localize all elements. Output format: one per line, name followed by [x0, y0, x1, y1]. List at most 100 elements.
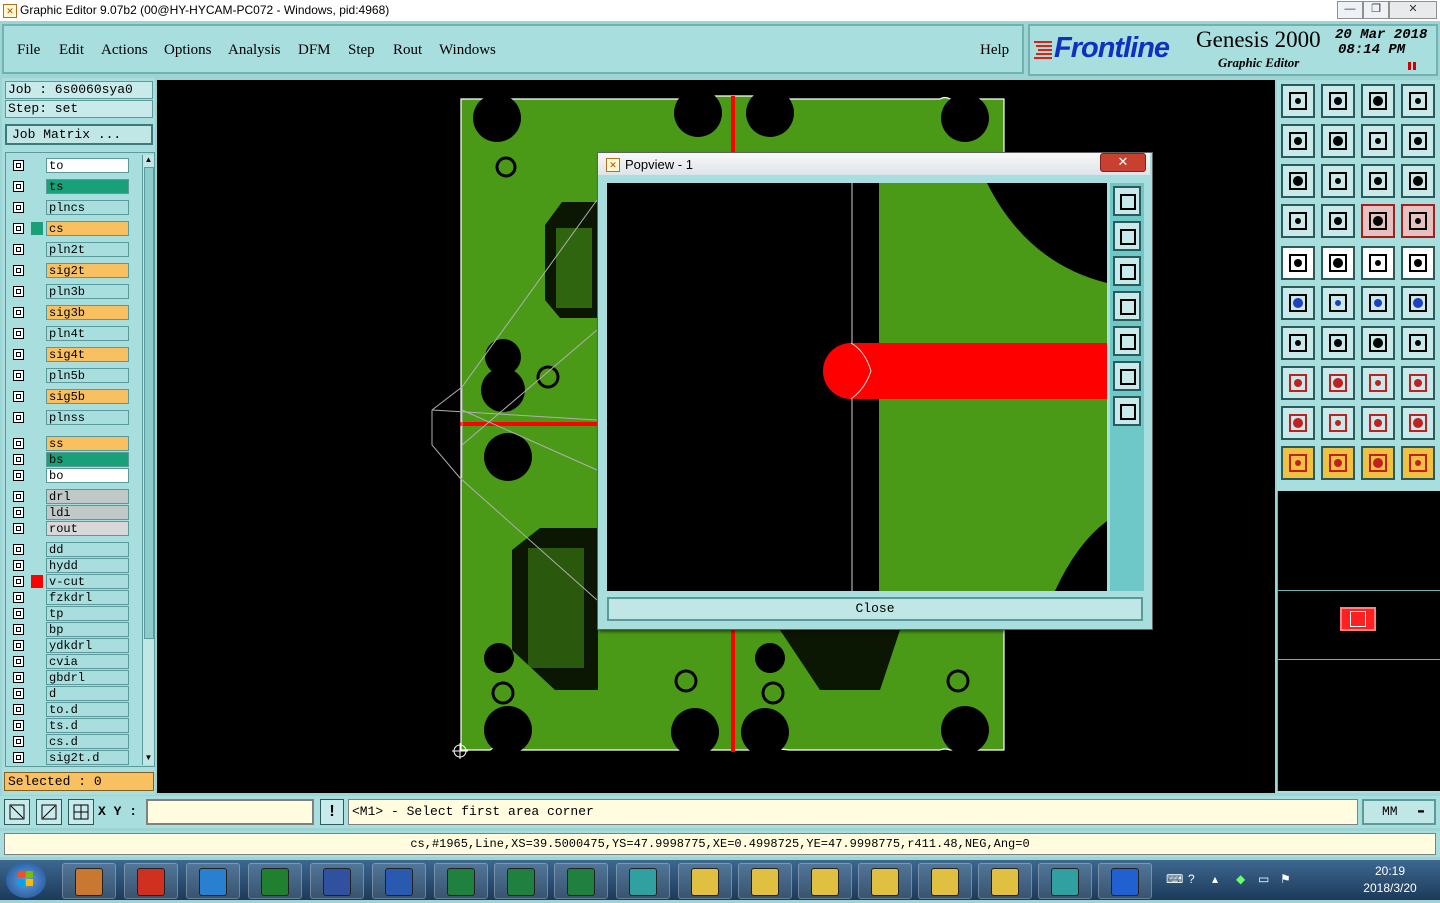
layer-name[interactable]: sig5b: [46, 389, 129, 404]
connect-icon[interactable]: [1361, 286, 1395, 320]
angle-icon[interactable]: [1281, 326, 1315, 360]
layer-row-bo[interactable]: bo: [11, 468, 131, 483]
layer-checkbox[interactable]: [13, 265, 24, 276]
arrow-up-icon[interactable]: [1321, 406, 1355, 440]
layer-name[interactable]: ldi: [46, 505, 129, 520]
layer-checkbox[interactable]: [13, 223, 24, 234]
arrow-blue-icon[interactable]: [1361, 406, 1395, 440]
layer-checkbox[interactable]: [13, 491, 24, 502]
layer-name[interactable]: gbdrl: [46, 670, 129, 685]
swap-icon[interactable]: [1361, 124, 1395, 158]
layer-name[interactable]: bs: [46, 452, 129, 467]
layer-checkbox[interactable]: [13, 592, 24, 603]
clock-date[interactable]: 2018/3/20: [1350, 881, 1430, 895]
layer-checkbox[interactable]: [13, 560, 24, 571]
layer-name[interactable]: sig3b: [46, 305, 129, 320]
layer-checkbox[interactable]: [13, 608, 24, 619]
layer-checkbox[interactable]: [13, 624, 24, 635]
drc-icon[interactable]: [1321, 246, 1355, 280]
tray-arrow-icon[interactable]: ▴: [1212, 872, 1218, 886]
frontline2-icon[interactable]: [1098, 863, 1152, 899]
layer-scrollbar[interactable]: ▲ ▼: [142, 155, 154, 765]
menu-options[interactable]: Options: [164, 42, 212, 59]
menu-edit[interactable]: Edit: [59, 42, 84, 59]
save-layer-icon[interactable]: [1321, 84, 1355, 118]
menu-step[interactable]: Step: [348, 42, 375, 59]
popview-titlebar[interactable]: ✕ Popview - 1 ✕: [598, 153, 1150, 175]
layer-row-pln2t[interactable]: pln2t: [11, 242, 131, 257]
layer-checkbox[interactable]: [13, 544, 24, 555]
pop-zoom-icon[interactable]: [1113, 186, 1141, 216]
layer-list[interactable]: to ts plncs cs pln2t sig2t pln3b sig3b pln4t sig4…: [5, 152, 155, 767]
layer-row-plnss[interactable]: plnss: [11, 410, 131, 425]
scroll-up-icon[interactable]: ▲: [143, 155, 154, 165]
word-icon[interactable]: [372, 863, 426, 899]
layer-checkbox[interactable]: [13, 672, 24, 683]
layer-checkbox[interactable]: [13, 523, 24, 534]
layer-name[interactable]: tp: [46, 606, 129, 621]
layer-row-bp[interactable]: bp: [11, 622, 131, 637]
move-left-icon[interactable]: [1281, 124, 1315, 158]
save-task-icon[interactable]: [310, 863, 364, 899]
genesis-task-1-icon[interactable]: [678, 863, 732, 899]
ie-icon[interactable]: [186, 863, 240, 899]
excel2-icon[interactable]: [494, 863, 548, 899]
scroll-down-icon[interactable]: ▼: [143, 753, 154, 763]
layer-row-pln3b[interactable]: pln3b: [11, 284, 131, 299]
start-button[interactable]: [6, 862, 46, 898]
layer-name[interactable]: sig2t.d: [46, 750, 129, 765]
layer-checkbox[interactable]: [13, 640, 24, 651]
layer-row-sig4t[interactable]: sig4t: [11, 347, 131, 362]
triangle-icon[interactable]: [1281, 406, 1315, 440]
layer-checkbox[interactable]: [13, 244, 24, 255]
layer-checkbox[interactable]: [13, 720, 24, 731]
grid-view-icon[interactable]: [1321, 204, 1355, 238]
window-icon[interactable]: [1401, 84, 1435, 118]
grid-icon[interactable]: [68, 799, 94, 825]
overview-panel[interactable]: [1277, 491, 1440, 791]
layer-checkbox[interactable]: [13, 286, 24, 297]
layer-name[interactable]: ss: [46, 436, 129, 451]
layer-checkbox[interactable]: [13, 438, 24, 449]
layer-checkbox[interactable]: [13, 391, 24, 402]
layer-name[interactable]: cvia: [46, 654, 129, 669]
viewer-icon[interactable]: [616, 863, 670, 899]
layer-row-cs[interactable]: cs: [11, 221, 131, 236]
layer-row-ldi[interactable]: ldi: [11, 505, 131, 520]
layer-checkbox[interactable]: [13, 752, 24, 763]
layer-row-to.d[interactable]: to.d: [11, 702, 131, 717]
layer-name[interactable]: pln4t: [46, 326, 129, 341]
layer-checkbox[interactable]: [13, 507, 24, 518]
layer-row-cs.d[interactable]: cs.d: [11, 734, 131, 749]
pad-icon[interactable]: [1281, 246, 1315, 280]
layer-checkbox[interactable]: [13, 412, 24, 423]
layer-name[interactable]: bp: [46, 622, 129, 637]
layer-row-ts[interactable]: ts: [11, 179, 131, 194]
layer-checkbox[interactable]: [13, 181, 24, 192]
layer-name[interactable]: pln5b: [46, 368, 129, 383]
layer-row-sig3b[interactable]: sig3b: [11, 305, 131, 320]
reverse-icon[interactable]: [1401, 124, 1435, 158]
layer-row-gbdrl[interactable]: gbdrl: [11, 670, 131, 685]
layer-name[interactable]: plncs: [46, 200, 129, 215]
layer-name[interactable]: d: [46, 686, 129, 701]
group-icon[interactable]: [1401, 366, 1435, 400]
browser-g-icon[interactable]: [124, 863, 178, 899]
scroll-thumb[interactable]: [144, 167, 154, 639]
shell-app-icon[interactable]: [62, 863, 116, 899]
layer-name[interactable]: cs.d: [46, 734, 129, 749]
query-icon[interactable]: [1401, 164, 1435, 198]
layer-checkbox[interactable]: [13, 328, 24, 339]
layer-row-v-cut[interactable]: v-cut: [11, 574, 131, 589]
layer-checkbox[interactable]: [13, 688, 24, 699]
flag-icon[interactable]: ⚑: [1280, 872, 1291, 886]
select-icon[interactable]: [1321, 446, 1355, 480]
pop-fit-icon[interactable]: [1113, 361, 1141, 391]
layer-checkbox[interactable]: [13, 370, 24, 381]
layer-row-fzkdrl[interactable]: fzkdrl: [11, 590, 131, 605]
layer-name[interactable]: cs: [46, 221, 129, 236]
genesis-task-5-icon[interactable]: [918, 863, 972, 899]
menu-file[interactable]: File: [17, 42, 40, 59]
layer-name[interactable]: ts: [46, 179, 129, 194]
layer-checkbox[interactable]: [13, 349, 24, 360]
